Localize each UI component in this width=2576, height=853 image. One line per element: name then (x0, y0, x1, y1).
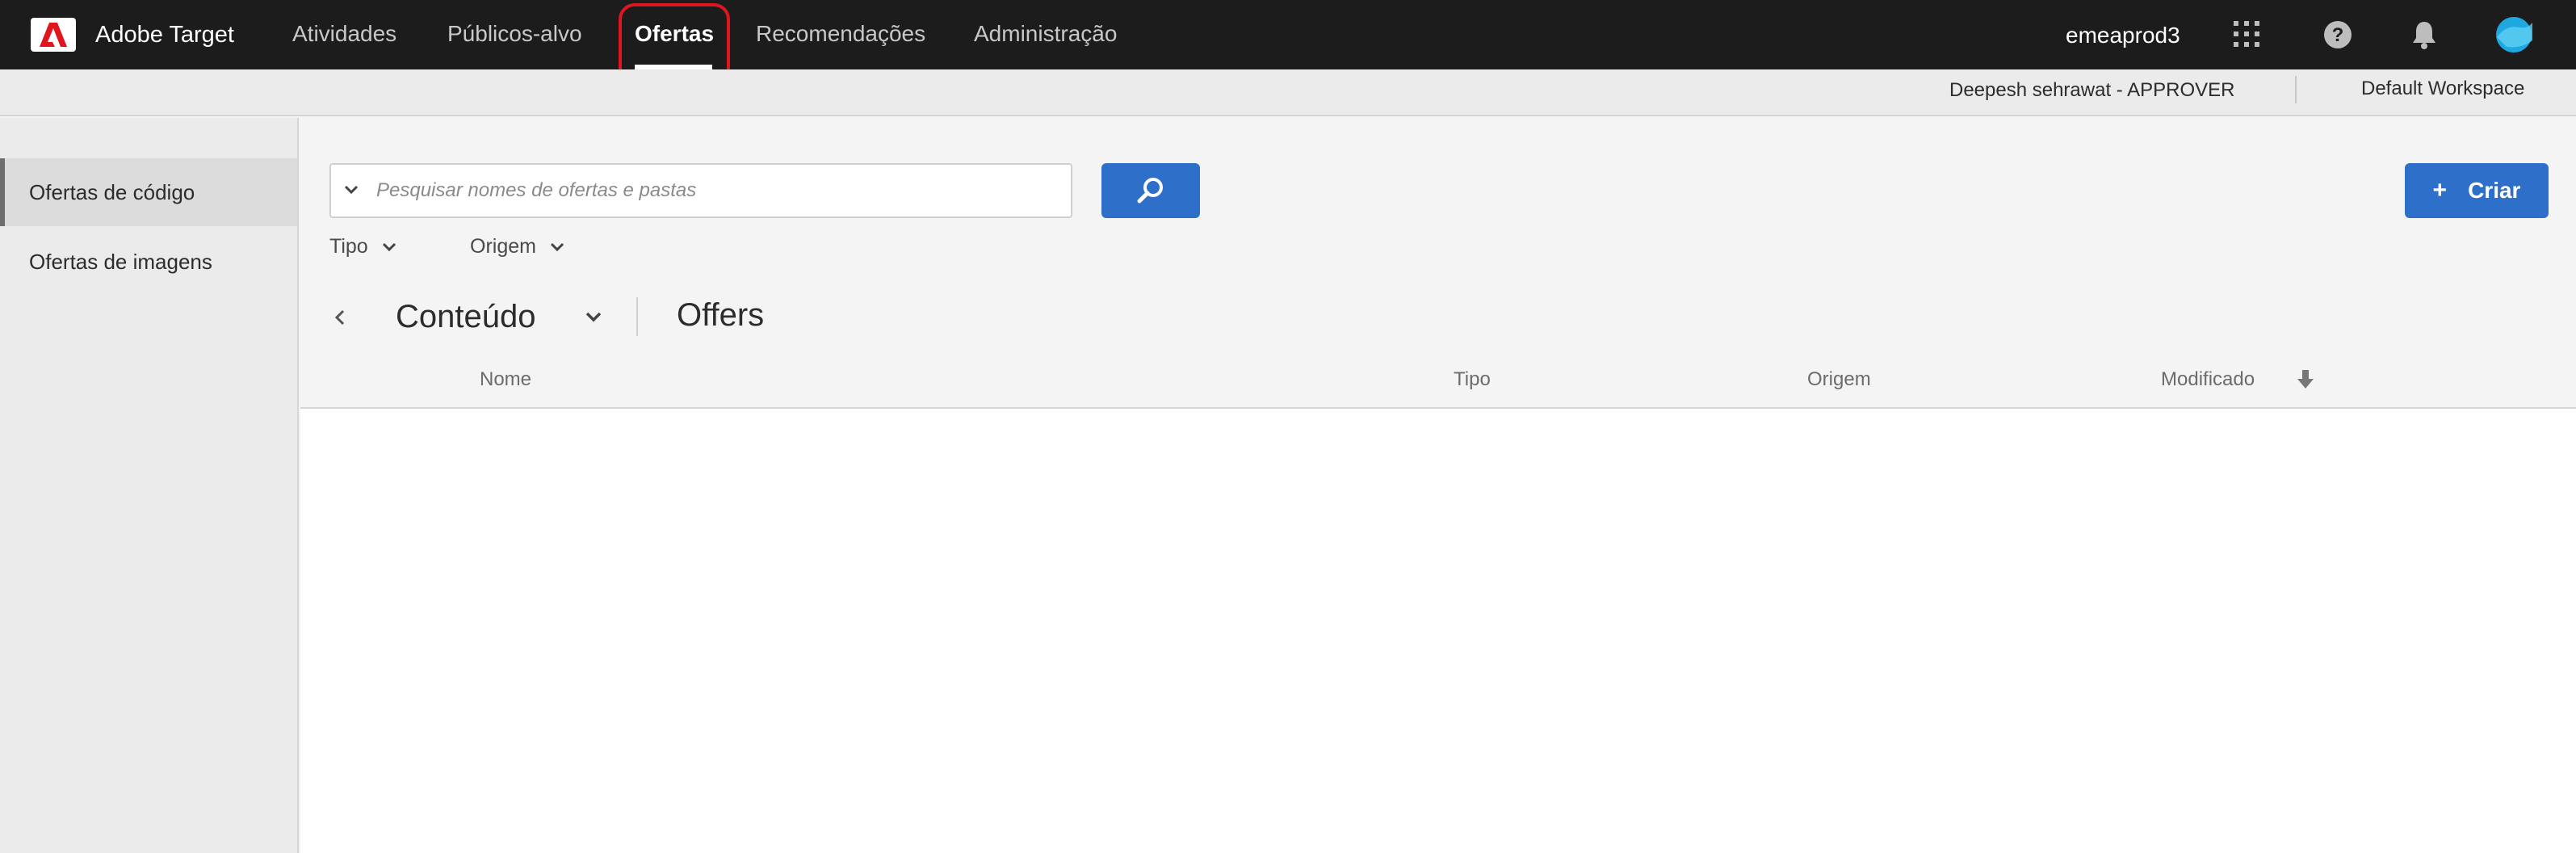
nav-item-recomendacoes[interactable]: Recomendações (756, 19, 925, 48)
filter-origem[interactable]: Origem (470, 233, 565, 260)
search-button[interactable] (1101, 163, 1200, 218)
create-button[interactable]: + Criar (2405, 163, 2549, 218)
svg-text:?: ? (2332, 24, 2344, 46)
search-input[interactable]: Pesquisar nomes de ofertas e pastas (329, 163, 1072, 218)
filter-tipo[interactable]: Tipo (329, 233, 397, 260)
table-body-empty (300, 409, 2576, 853)
nav-item-administracao[interactable]: Administração (974, 19, 1117, 48)
chevron-down-icon[interactable] (342, 181, 360, 203)
column-header-origem[interactable]: Origem (1807, 365, 1871, 394)
nav-item-atividades[interactable]: Atividades (292, 19, 396, 48)
sidebar-item-ofertas-de-imagens[interactable]: Ofertas de imagens (0, 228, 297, 296)
adobe-logo-icon[interactable] (31, 18, 76, 52)
avatar[interactable] (2490, 16, 2537, 53)
breadcrumb-parent[interactable]: Conteúdo (396, 296, 535, 338)
column-header-nome[interactable]: Nome (480, 365, 531, 394)
user-role-label: Deepesh sehrawat - APPROVER (1949, 79, 2235, 101)
search-icon (1137, 178, 1163, 204)
column-header-modificado[interactable]: Modificado (2161, 365, 2255, 394)
create-button-label: Criar (2468, 178, 2521, 203)
filter-tipo-label: Tipo (329, 235, 368, 258)
workspace-selector[interactable]: Default Workspace (2361, 76, 2524, 102)
divider (2295, 76, 2297, 103)
chevron-down-icon[interactable] (583, 309, 604, 330)
nav-item-publicos-alvo[interactable]: Públicos-alvo (447, 19, 582, 48)
chevron-down-icon (382, 242, 396, 252)
sort-descending-icon[interactable] (2295, 368, 2316, 395)
breadcrumb-divider (636, 297, 638, 336)
bell-icon[interactable] (2410, 19, 2439, 50)
sidebar-item-ofertas-de-codigo[interactable]: Ofertas de código (0, 158, 297, 226)
app-title[interactable]: Adobe Target (95, 21, 234, 48)
chevron-left-icon[interactable] (331, 307, 349, 332)
breadcrumb-current: Offers (677, 297, 765, 333)
help-icon[interactable]: ? (2322, 19, 2353, 50)
org-switcher[interactable]: emeaprod3 (2066, 21, 2180, 50)
apps-grid-icon[interactable] (2232, 19, 2261, 48)
filter-origem-label: Origem (470, 235, 536, 258)
chevron-down-icon (550, 242, 564, 252)
plus-icon: + (2432, 177, 2448, 204)
column-header-tipo[interactable]: Tipo (1454, 365, 1491, 394)
search-placeholder: Pesquisar nomes de ofertas e pastas (376, 179, 697, 201)
